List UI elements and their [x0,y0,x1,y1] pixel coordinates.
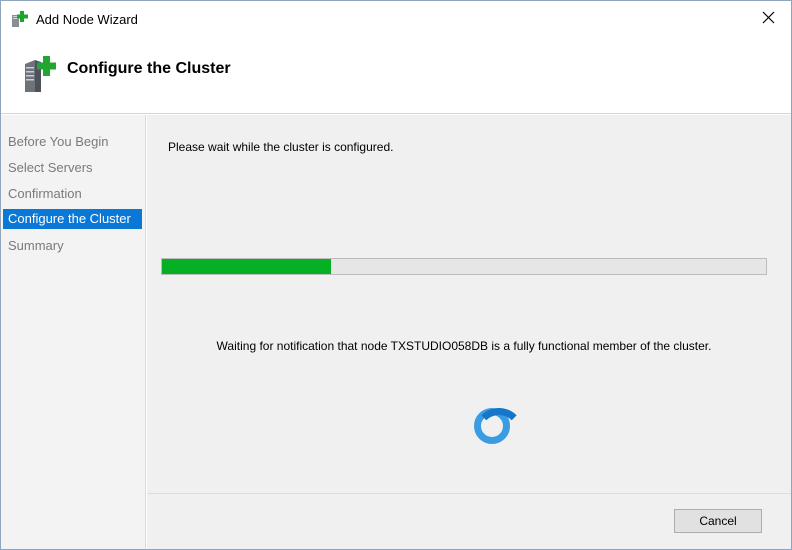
progress-bar-fill [162,259,332,274]
nav-step-before-you-begin[interactable]: Before You Begin [3,132,142,152]
close-icon [762,11,775,27]
wizard-content: Please wait while the cluster is configu… [147,115,791,493]
page-title: Configure the Cluster [67,60,231,77]
busy-spinner-icon [474,408,524,444]
wizard-steps-nav: Before You Begin Select Servers Confirma… [1,115,146,549]
cluster-node-add-icon [11,10,29,28]
title-bar[interactable]: Add Node Wizard [1,1,791,36]
nav-step-configure-the-cluster[interactable]: Configure the Cluster [3,209,142,229]
nav-step-confirmation[interactable]: Confirmation [3,184,142,204]
wait-message: Please wait while the cluster is configu… [168,140,394,154]
progress-bar [161,258,767,275]
wizard-footer: Cancel [147,493,791,549]
nav-step-select-servers[interactable]: Select Servers [3,158,142,178]
window-title: Add Node Wizard [36,12,138,27]
nav-step-summary[interactable]: Summary [3,236,142,256]
status-message: Waiting for notification that node TXSTU… [216,339,712,353]
add-node-wizard-window: Add Node Wizard Configure the Cluster Be… [0,0,792,550]
server-add-icon [21,54,57,94]
close-button[interactable] [745,1,791,36]
wizard-header: Configure the Cluster [1,36,791,114]
cancel-button[interactable]: Cancel [674,509,762,533]
